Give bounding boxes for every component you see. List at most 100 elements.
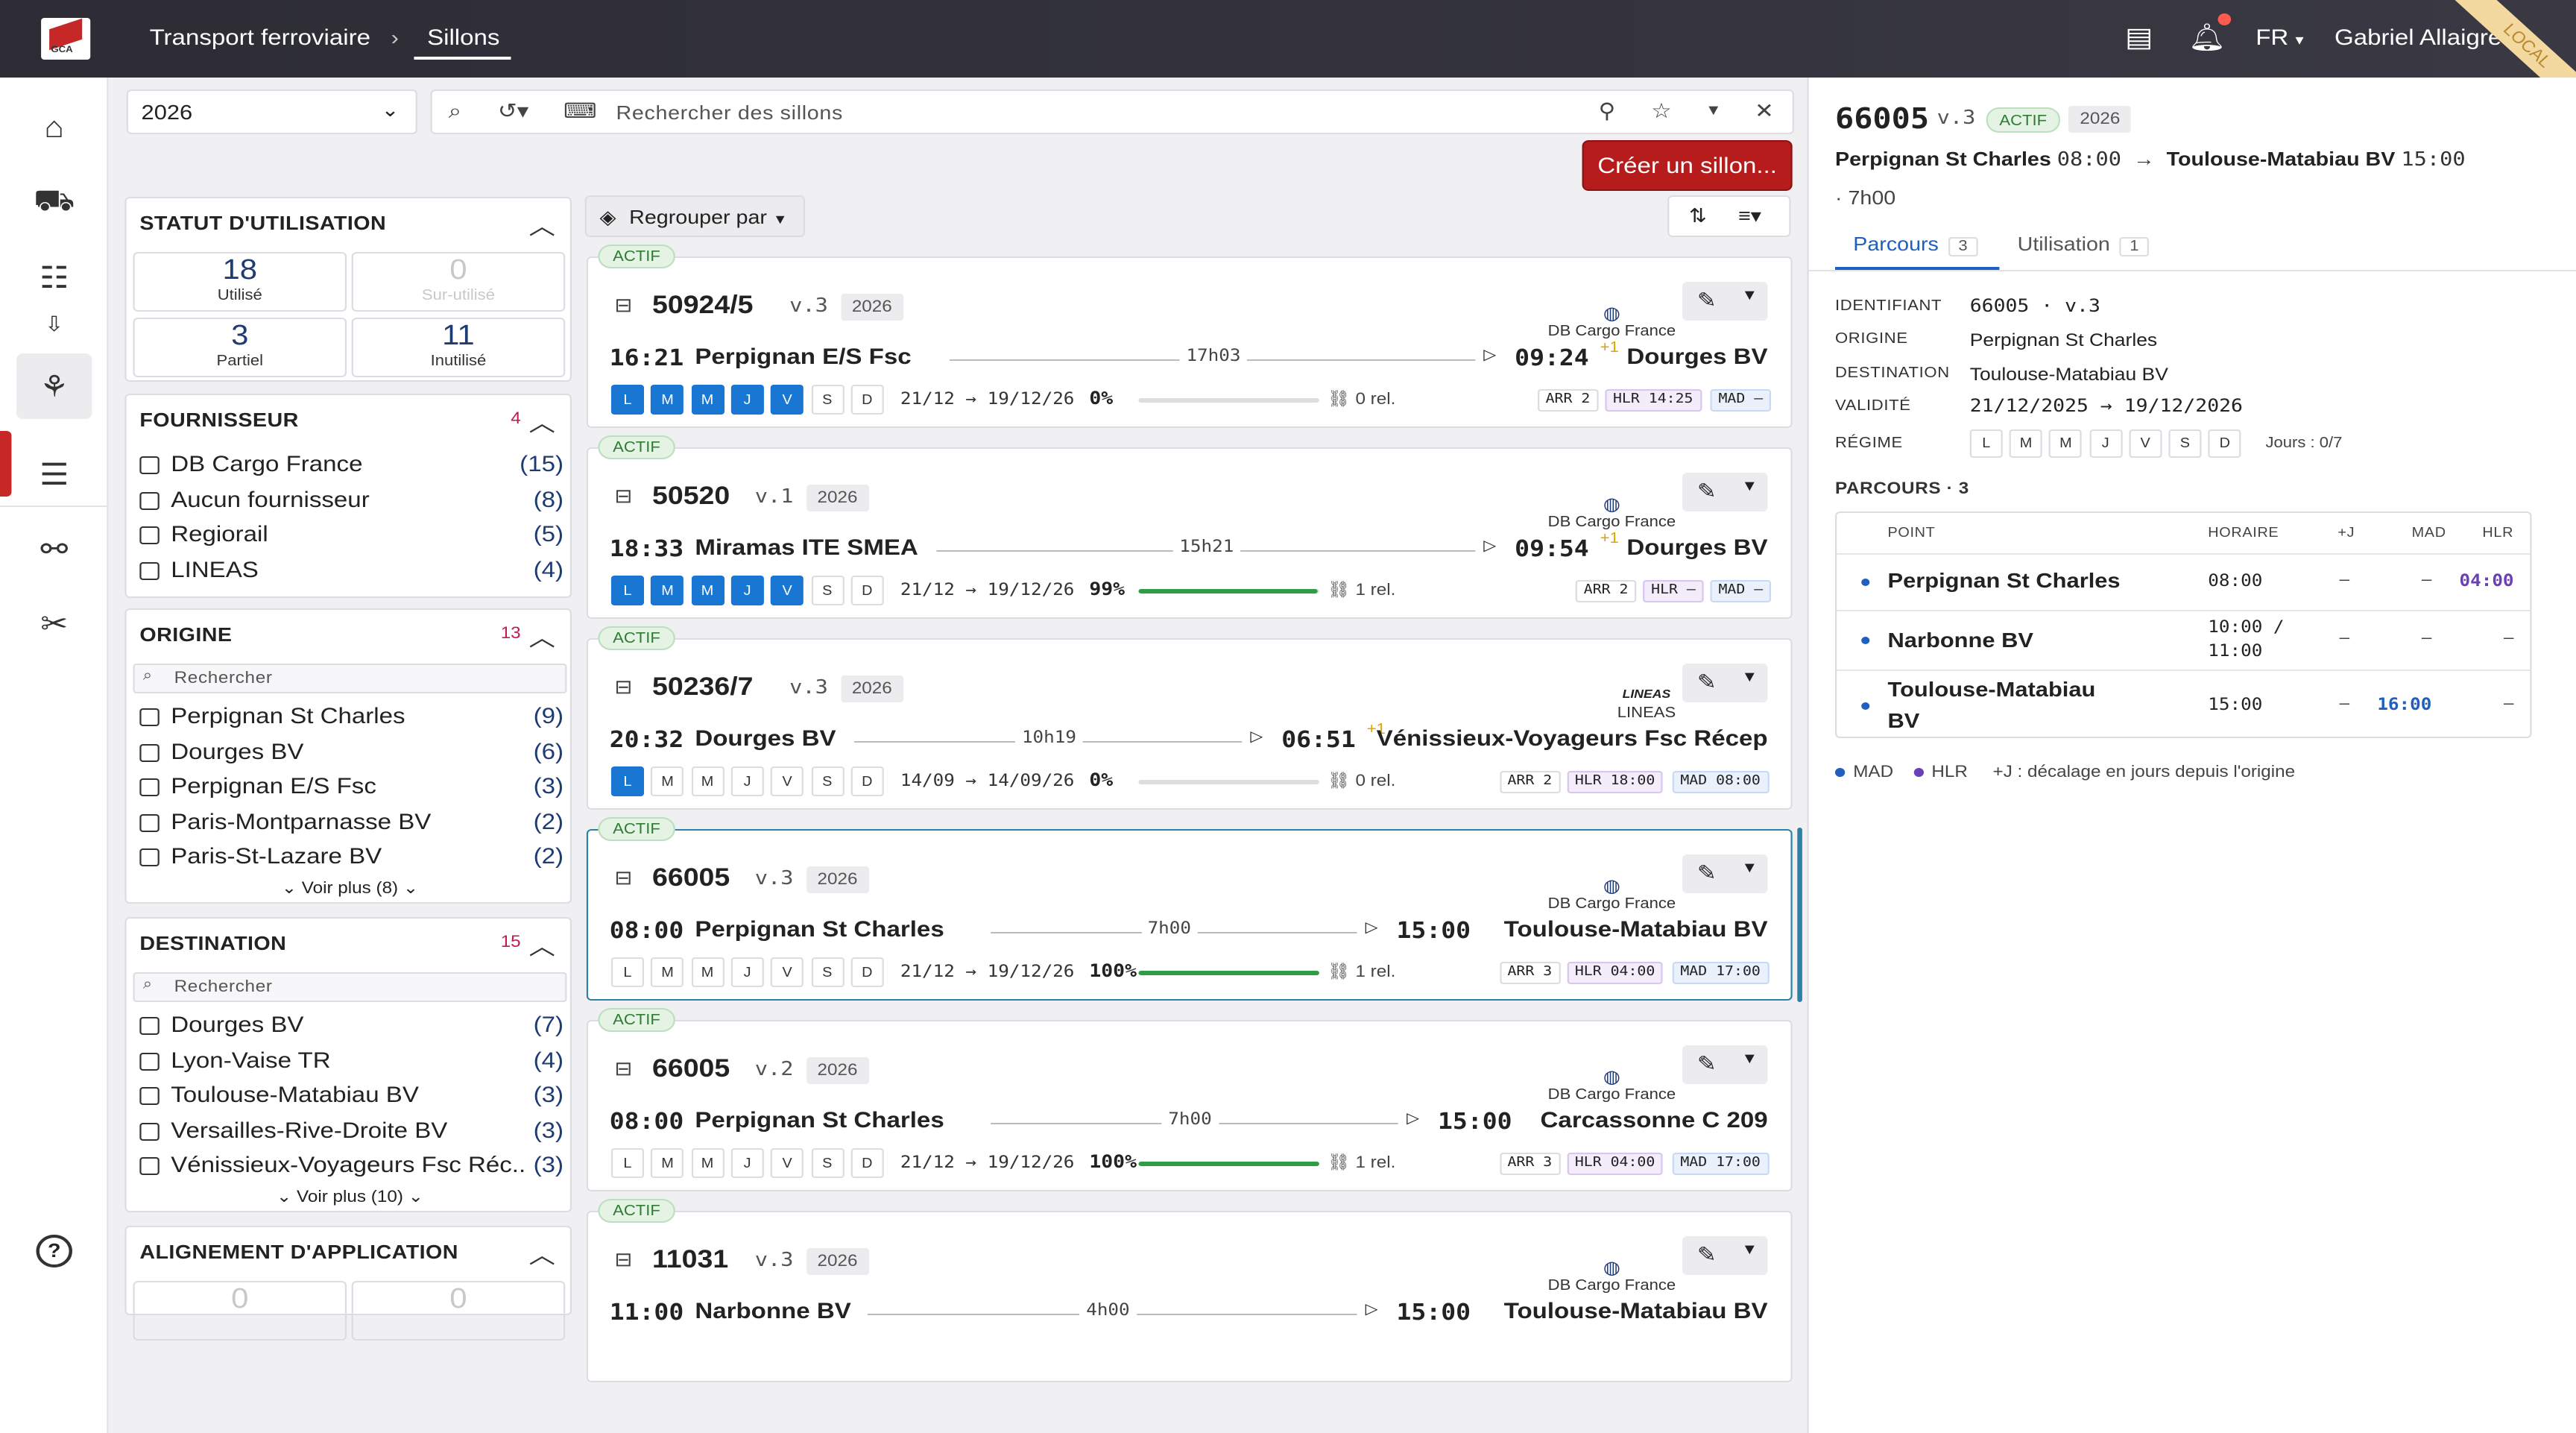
filter-option[interactable]: Toulouse-Matabiau BV (3) bbox=[139, 1081, 564, 1114]
filter-option[interactable]: Aucun fournisseur (8) bbox=[139, 485, 564, 518]
stat-sur-utilise[interactable]: 0 Sur-utilisé bbox=[351, 252, 566, 312]
sillon-card[interactable]: ACTIF ⊟ 66005 v.3 2026 ◍ DB Cargo France ✎ ▼ 08:0… bbox=[586, 817, 1793, 1001]
checkbox[interactable] bbox=[139, 708, 160, 726]
departure-time: 08:00 bbox=[609, 1108, 684, 1135]
checkbox[interactable] bbox=[139, 491, 160, 510]
tab-parcours[interactable]: Parcours 3 bbox=[1853, 233, 1977, 256]
edit-icon[interactable]: ✎ bbox=[1697, 288, 1717, 313]
sillon-card[interactable]: ACTIF ⊟ 50924/5 v.3 2026 ◍ DB Cargo France ✎ ▼ 16… bbox=[586, 245, 1793, 428]
stat-partiel[interactable]: 3 Partiel bbox=[133, 318, 347, 377]
filter-option[interactable]: Regiorail (5) bbox=[139, 520, 564, 553]
stat-alignement-b[interactable]: 0 bbox=[351, 1281, 566, 1341]
close-icon[interactable]: ✕ bbox=[1755, 98, 1774, 124]
collapse-icon[interactable]: ︿ bbox=[529, 206, 555, 242]
checkbox[interactable] bbox=[139, 743, 160, 762]
sillon-card[interactable]: ACTIF ⊟ 50236/7 v.3 2026 LINEAS LINEAS ✎ ▼ 20:32 D… bbox=[586, 626, 1793, 810]
checkbox[interactable] bbox=[139, 1122, 160, 1141]
checkbox[interactable] bbox=[139, 1087, 160, 1106]
checkbox[interactable] bbox=[139, 561, 160, 580]
dashboard-icon[interactable]: ▤ bbox=[2121, 21, 2156, 54]
sillon-card[interactable]: ACTIF ⊟ 66005 v.2 2026 ◍ DB Cargo France ✎ ▼ 08:0… bbox=[586, 1008, 1793, 1191]
tools-icon[interactable]: ✂ bbox=[16, 590, 92, 656]
stat-alignement-a[interactable]: 0 bbox=[133, 1281, 347, 1341]
scrollbar[interactable] bbox=[1797, 828, 1802, 1002]
filter-option[interactable]: Perpignan St Charles (9) bbox=[139, 702, 564, 735]
checkbox[interactable] bbox=[139, 813, 160, 832]
create-sillon-button[interactable]: Créer un sillon... bbox=[1582, 140, 1793, 191]
chevron-down-icon[interactable]: ▼ bbox=[1741, 479, 1758, 495]
voir-plus-destination[interactable]: ⌄ Voir plus (10) ⌄ bbox=[127, 1187, 574, 1206]
filter-icon[interactable]: ⚲ bbox=[1599, 98, 1616, 124]
filter-option[interactable]: Paris-St-Lazare BV (2) bbox=[139, 843, 564, 876]
filter-option[interactable]: Perpignan E/S Fsc (3) bbox=[139, 772, 564, 805]
collapse-icon[interactable]: ︿ bbox=[529, 926, 555, 962]
breadcrumb-sillons[interactable]: Sillons bbox=[427, 25, 499, 51]
star-icon[interactable]: ☆ bbox=[1651, 98, 1672, 124]
home-icon[interactable]: ⌂ bbox=[16, 95, 92, 161]
search-icon[interactable]: ⌕ bbox=[449, 98, 461, 124]
database-icon[interactable]: ☰ bbox=[16, 441, 92, 507]
collapse-icon[interactable]: ︿ bbox=[529, 1235, 555, 1270]
search-bar[interactable]: ⌕ ↺▾ ⌨ Rechercher des sillons ⚲ ☆ ▼ ✕ bbox=[430, 89, 1794, 134]
track-icon[interactable]: ☷ bbox=[16, 245, 92, 310]
filter-option[interactable]: Dourges BV (7) bbox=[139, 1011, 564, 1044]
table-row[interactable]: Toulouse-Matabiau BV 15:00 – 16:00 – bbox=[1837, 670, 2531, 738]
stat-inutilise[interactable]: 11 Inutilisé bbox=[351, 318, 566, 377]
sort-field-icon[interactable]: ≡▾ bbox=[1738, 204, 1761, 228]
edit-icon[interactable]: ✎ bbox=[1697, 670, 1717, 695]
app-logo[interactable]: GCA bbox=[41, 18, 91, 60]
sillon-card[interactable]: ACTIF ⊟ 11031 v.3 2026 ◍ DB Cargo France ✎ ▼ 11:0… bbox=[586, 1199, 1793, 1382]
day-chip: L bbox=[610, 385, 645, 415]
filter-option[interactable]: Vénissieux-Voyageurs Fsc Réc... (3) bbox=[139, 1152, 564, 1185]
edit-icon[interactable]: ✎ bbox=[1697, 1242, 1717, 1267]
group-by-button[interactable]: ◈ Regrouper par ▼ bbox=[584, 195, 806, 237]
webhook-icon[interactable]: ⚯ bbox=[16, 516, 92, 582]
help-icon[interactable]: ? bbox=[36, 1235, 72, 1267]
table-row[interactable]: Narbonne BV 10:00 / 11:00 – – – bbox=[1837, 610, 2531, 670]
filter-option[interactable]: Versailles-Rive-Droite BV (3) bbox=[139, 1117, 564, 1150]
chevron-down-icon[interactable]: ▼ bbox=[1741, 860, 1758, 877]
collapse-icon[interactable]: ︿ bbox=[529, 617, 555, 653]
table-row[interactable]: Perpignan St Charles 08:00 – – 04:00 bbox=[1837, 553, 2531, 610]
origine-search-input[interactable]: ⌕ Rechercher bbox=[133, 664, 567, 693]
language-selector[interactable]: FR ▾ bbox=[2255, 25, 2303, 51]
checkbox[interactable] bbox=[139, 848, 160, 867]
checkbox[interactable] bbox=[139, 778, 160, 797]
dropdown-icon[interactable]: ▼ bbox=[1705, 103, 1722, 119]
breadcrumb-transport[interactable]: Transport ferroviaire bbox=[150, 25, 370, 51]
filter-option[interactable]: LINEAS (4) bbox=[139, 556, 564, 589]
edit-icon[interactable]: ✎ bbox=[1697, 479, 1717, 504]
arrow-down-icon[interactable]: ⇩ bbox=[16, 301, 92, 346]
chevron-down-icon[interactable]: ▼ bbox=[1741, 670, 1758, 686]
destination-search-input[interactable]: ⌕ Rechercher bbox=[133, 972, 567, 1002]
checkbox[interactable] bbox=[139, 1157, 160, 1176]
network-icon[interactable]: ⚘ bbox=[16, 353, 92, 419]
checkbox[interactable] bbox=[139, 1017, 160, 1035]
chevron-down-icon[interactable]: ▼ bbox=[1741, 288, 1758, 304]
filter-option[interactable]: Dourges BV (6) bbox=[139, 737, 564, 770]
stat-utilise[interactable]: 18 Utilisé bbox=[133, 252, 347, 312]
query-icon[interactable]: ⌨ bbox=[564, 98, 597, 124]
stat-value: 0 bbox=[449, 255, 467, 286]
bell-icon[interactable]: 🔔︎ bbox=[2188, 21, 2226, 54]
filter-option[interactable]: Paris-Montparnasse BV (2) bbox=[139, 808, 564, 841]
year-select[interactable]: 2026 ⌄ bbox=[126, 89, 417, 134]
sillon-card[interactable]: ACTIF ⊟ 50520 v.1 2026 ◍ DB Cargo France ✎ ▼ 18:3… bbox=[586, 435, 1793, 619]
collapse-icon[interactable]: ︿ bbox=[529, 403, 555, 438]
sort-direction-icon[interactable]: ⇅ bbox=[1689, 204, 1707, 228]
edit-icon[interactable]: ✎ bbox=[1697, 860, 1717, 886]
search-input[interactable]: Rechercher des sillons bbox=[616, 101, 843, 124]
chevron-down-icon[interactable]: ▼ bbox=[1741, 1242, 1758, 1259]
edit-icon[interactable]: ✎ bbox=[1697, 1051, 1717, 1077]
sillon-number: 66005 bbox=[652, 1054, 730, 1083]
chevron-down-icon[interactable]: ▼ bbox=[1741, 1051, 1758, 1068]
filter-option[interactable]: Lyon-Vaise TR (4) bbox=[139, 1046, 564, 1079]
wagon-icon[interactable]: ⛟ bbox=[16, 170, 92, 236]
history-icon[interactable]: ↺▾ bbox=[498, 98, 528, 124]
tab-utilisation[interactable]: Utilisation 1 bbox=[2018, 233, 2149, 256]
checkbox[interactable] bbox=[139, 456, 160, 474]
filter-option[interactable]: DB Cargo France (15) bbox=[139, 450, 564, 483]
checkbox[interactable] bbox=[139, 1052, 160, 1071]
checkbox[interactable] bbox=[139, 526, 160, 545]
voir-plus-origine[interactable]: ⌄ Voir plus (8) ⌄ bbox=[127, 878, 574, 898]
